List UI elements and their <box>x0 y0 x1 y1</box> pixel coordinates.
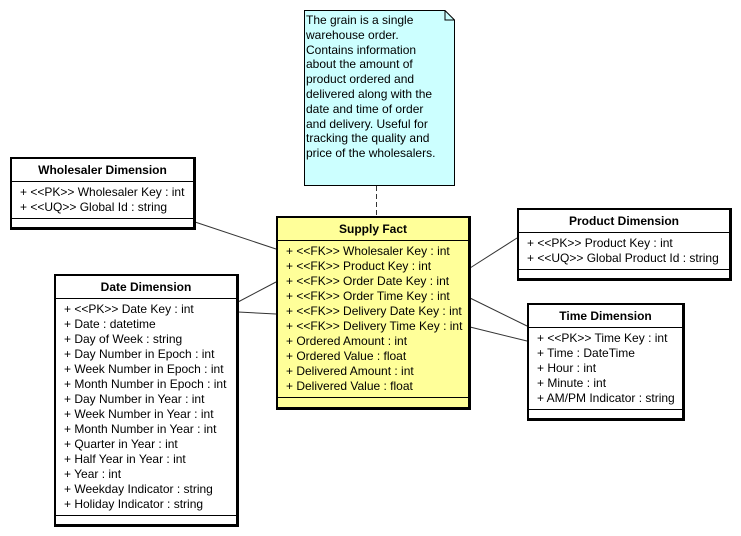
attribute: + Minute : int <box>537 376 607 390</box>
attribute: + <<FK>> Order Date Key : int <box>286 274 450 288</box>
attribute: + Day Number in Epoch : int <box>64 347 215 361</box>
class-title: Date Dimension <box>56 276 236 299</box>
attribute: + Weekday Indicator : string <box>64 482 213 496</box>
note-text: The grain is a single warehouse order. Con… <box>306 13 452 161</box>
attribute: + Week Number in Epoch : int <box>64 362 224 376</box>
attribute-compartment: + <<PK>> Product Key : int + <<UQ>> Globa… <box>519 233 729 270</box>
operation-compartment <box>12 219 193 228</box>
attribute: + Delivered Value : float <box>286 379 413 393</box>
class-title: Wholesaler Dimension <box>12 159 193 182</box>
attribute: + Time : DateTime <box>537 346 635 360</box>
class-product-dimension[interactable]: Product Dimension + <<PK>> Product Key : … <box>517 208 732 281</box>
note-line: and delivery. Useful for <box>306 116 428 131</box>
attribute: + <<PK>> Product Key : int <box>527 236 673 250</box>
operation-compartment <box>519 270 729 279</box>
note-line: The grain is a single <box>306 13 414 27</box>
note-line: about the amount of <box>306 57 413 72</box>
operation-compartment <box>278 398 468 407</box>
class-title: Time Dimension <box>529 305 682 328</box>
class-title: Product Dimension <box>519 210 729 233</box>
attribute: + Ordered Amount : int <box>286 334 408 348</box>
note-line: warehouse order. <box>306 27 399 42</box>
note-line: price of the wholesalers. <box>306 146 436 161</box>
attribute-compartment: + <<PK>> Wholesaler Key : int + <<UQ>> Gl… <box>12 182 193 219</box>
association-order-date[interactable] <box>237 281 277 303</box>
class-date-dimension[interactable]: Date Dimension + <<PK>> Date Key : int + D… <box>54 274 239 527</box>
attribute: + Day Number in Year : int <box>64 392 205 406</box>
note-line: tracking the quality and <box>306 131 430 146</box>
attribute: + Holiday Indicator : string <box>64 497 204 511</box>
attribute: + <<UQ>> Global Product Id : string <box>527 251 719 265</box>
note-line: product ordered and <box>306 72 415 87</box>
attribute: + AM/PM Indicator : string <box>537 391 675 405</box>
attribute: + Quarter in Year : int <box>64 437 178 451</box>
attribute: + Half Year in Year : int <box>64 452 186 466</box>
association-wholesaler[interactable] <box>194 221 277 250</box>
attribute: + <<PK>> Time Key : int <box>537 331 668 345</box>
attribute: + <<UQ>> Global Id : string <box>20 200 168 214</box>
association-delivery-date[interactable] <box>237 311 277 315</box>
attribute: + Week Number in Year : int <box>64 407 214 421</box>
attribute: + <<FK>> Product Key : int <box>286 259 432 273</box>
attribute: + Delivered Amount : int <box>286 364 414 378</box>
attribute: + Date : datetime <box>64 317 156 331</box>
attribute-compartment: + <<PK>> Time Key : int + Time : DateTime… <box>529 328 682 410</box>
attribute: + Month Number in Epoch : int <box>64 377 227 391</box>
attribute: + <<FK>> Delivery Date Key : int <box>286 304 462 318</box>
association-delivery-time[interactable] <box>469 326 528 342</box>
attribute: + <<PK>> Wholesaler Key : int <box>20 185 185 199</box>
diagram-canvas: The grain is a single warehouse order. Con… <box>0 0 741 536</box>
class-time-dimension[interactable]: Time Dimension + <<PK>> Time Key : int + T… <box>527 303 685 421</box>
association-product[interactable] <box>469 237 518 269</box>
attribute: + Hour : int <box>537 361 597 375</box>
note-line: Contains information <box>306 42 417 57</box>
attribute-compartment: + <<PK>> Date Key : int + Date : datetime… <box>56 299 236 516</box>
attribute: + <<FK>> Order Time Key : int <box>286 289 450 303</box>
attribute: + <<FK>> Wholesaler Key : int <box>286 244 450 258</box>
operation-compartment <box>56 516 236 525</box>
attribute: + <<FK>> Delivery Time Key : int <box>286 319 463 333</box>
note-line: date and time of order <box>306 101 424 116</box>
class-supply-fact[interactable]: Supply Fact + <<FK>> Wholesaler Key : int… <box>276 216 471 410</box>
class-wholesaler-dimension[interactable]: Wholesaler Dimension + <<PK>> Wholesaler … <box>10 157 196 230</box>
attribute: + <<PK>> Date Key : int <box>64 302 194 316</box>
note[interactable]: The grain is a single warehouse order. Con… <box>304 10 455 212</box>
note-line: delivered along with the <box>306 86 433 101</box>
attribute-compartment: + <<FK>> Wholesaler Key : int + <<FK>> Pr… <box>278 241 468 398</box>
class-title: Supply Fact <box>278 218 468 241</box>
attribute: + Year : int <box>64 467 122 481</box>
association-order-time[interactable] <box>469 297 528 327</box>
attribute: + Month Number in Year : int <box>64 422 217 436</box>
operation-compartment <box>529 410 682 419</box>
attribute: + Ordered Value : float <box>286 349 407 363</box>
attribute: + Day of Week : string <box>64 332 183 346</box>
